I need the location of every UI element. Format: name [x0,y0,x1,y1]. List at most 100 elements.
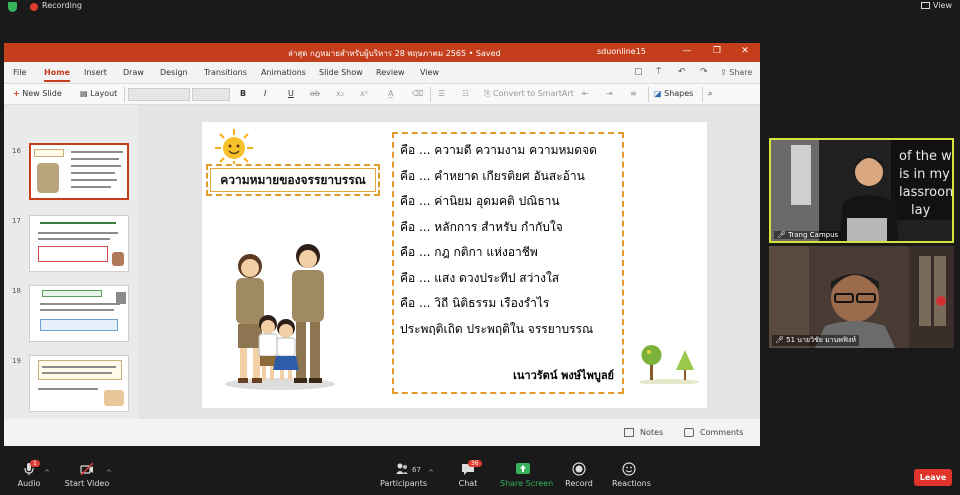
new-slide-button[interactable]: + New Slide [13,89,62,98]
participants-icon [396,463,408,474]
tab-slide-show[interactable]: Slide Show [319,68,363,77]
convert-smartart-button[interactable]: ⎘ Convert to SmartArt [484,89,574,99]
participant-name: 🎤︎ Trang Campus [774,231,842,239]
bold-button[interactable]: B [240,89,246,98]
numbering-icon[interactable]: ☷ [462,89,469,98]
thumb-line [71,179,117,181]
maximize-button[interactable]: ❐ [710,46,724,56]
mic-icon: 🎤︎ [777,231,786,239]
text-effects-icon[interactable]: A̲ [388,89,393,98]
tab-insert[interactable]: Insert [84,68,107,77]
tab-draw[interactable]: Draw [123,68,144,77]
thumbnail-number: 16 [12,147,21,155]
chat-label: Chat [458,479,478,488]
record-icon [572,462,586,476]
slide-thumbnail[interactable] [29,285,129,342]
underline-button[interactable]: U [288,89,294,98]
reactions-label: Reactions [612,479,651,488]
redo-icon[interactable]: ↷ [700,67,708,77]
home-ribbon: + New Slide ▤ Layout B I U ab x₂ x² A̲ ⌫… [4,83,760,105]
font-size-box[interactable] [192,88,230,101]
thumbnail-number: 17 [12,217,21,225]
chevron-up-icon[interactable]: ^ [428,469,434,477]
start-video-button[interactable]: Start Video [64,462,110,488]
ribbon-divider [124,87,125,102]
poem-line: คือ ... กฎ กติกา แห่งอาชีพ [400,245,538,259]
thumb-box [38,360,122,380]
audio-badge: 1 [30,460,40,467]
share-screen-button[interactable]: Share Screen [500,462,553,488]
share-button[interactable]: ⇪ Share [720,68,752,77]
document-title: ล่าสุด กฎหมายสำหรับผู้บริหาร 28 พฤษภาคม … [288,49,501,58]
increase-indent-icon[interactable]: ⇥ [606,89,613,98]
trees-illustration [639,345,699,384]
video-tile-participant[interactable]: 🎤︎ 51 นายวิชัย มานพฟิงห์ [769,246,954,348]
font-name-box[interactable] [128,88,190,101]
layout-label: Layout [90,89,118,98]
share-screen-icon [516,463,530,474]
svg-text:lay: lay [911,203,931,218]
ribbon-divider [648,87,649,102]
decrease-indent-icon[interactable]: ⇤ [582,89,589,98]
search-icon[interactable]: ⌕ [708,89,712,99]
thumb-line [71,151,123,153]
tab-file[interactable]: File [13,68,26,77]
smiley-icon [622,462,636,476]
grid-view-icon [921,2,931,9]
comments-icon[interactable]: ▢ [634,67,643,77]
thumb-line [42,366,116,368]
leave-button[interactable]: Leave [914,469,952,486]
thumb-line [40,222,116,224]
participants-count: 67 [412,466,421,474]
thumbnail-number: 18 [12,287,21,295]
strikethrough-button[interactable]: ab [310,89,320,98]
teachers-and-students-illustration [225,244,335,390]
shapes-button[interactable]: ◪ Shapes [654,89,693,98]
close-button[interactable]: ✕ [738,46,752,56]
tab-view[interactable]: View [420,68,439,77]
notes-icon [624,428,634,437]
tab-design[interactable]: Design [160,68,188,77]
reactions-button[interactable]: Reactions [612,462,651,488]
undo-icon[interactable]: ↶ [678,67,686,77]
slide-title-box: ความหมายของจรรยาบรรณ [206,164,380,196]
view-button[interactable]: View [921,1,952,10]
slide-thumbnail[interactable] [29,215,129,272]
record-button[interactable]: Record [565,462,593,488]
minimize-button[interactable]: — [680,46,694,56]
chevron-up-icon[interactable]: ^ [44,469,50,477]
chevron-up-icon[interactable]: ^ [106,469,112,477]
slide-thumbnail[interactable] [29,143,129,200]
participants-label: Participants [380,479,427,488]
thumb-line [71,165,121,167]
align-icon[interactable]: ≡ [630,89,637,98]
present-icon[interactable]: ⍑ [656,67,661,77]
account-name[interactable]: sduonline15 [597,47,646,56]
tab-transitions[interactable]: Transitions [204,68,247,77]
thumb-line [71,186,111,188]
ribbon-tabs: File Home Insert Draw Design Transitions… [4,62,760,83]
italic-button[interactable]: I [264,89,266,98]
meeting-controls: Audio 1 ^ Start Video ^ Participants 67 … [0,459,960,495]
slide-thumbnail[interactable] [29,355,129,412]
notes-button[interactable]: Notes [640,428,663,437]
security-shield-icon[interactable] [8,2,17,12]
share-icon: ⇪ [720,68,727,77]
tab-review[interactable]: Review [376,68,405,77]
tab-home[interactable]: Home [44,68,70,82]
subscript-button[interactable]: x₂ [336,89,344,98]
video-tile-trang-campus[interactable]: of the wo is in my lassroom lay 🎤︎ Trang… [769,138,954,243]
ribbon-divider [702,87,703,102]
poem-line: คือ ... ค่านิยม อุดมคติ ปณิธาน [400,194,560,208]
clear-format-icon[interactable]: ⌫ [412,89,423,98]
slide-body-textbox: คือ ... ความดี ความงาม ความหมดจด คือ ...… [392,132,624,394]
shapes-label: Shapes [664,89,694,98]
bullets-icon[interactable]: ☰ [438,89,445,98]
comments-button[interactable]: Comments [700,428,743,437]
ribbon-divider [430,87,431,102]
superscript-button[interactable]: x² [360,89,368,98]
current-slide[interactable]: ความหมายของจรรยาบรรณ คือ ... ความดี ความ… [202,122,707,408]
layout-button[interactable]: ▤ Layout [80,89,117,98]
tab-animations[interactable]: Animations [261,68,306,77]
thumb-image [116,292,126,304]
